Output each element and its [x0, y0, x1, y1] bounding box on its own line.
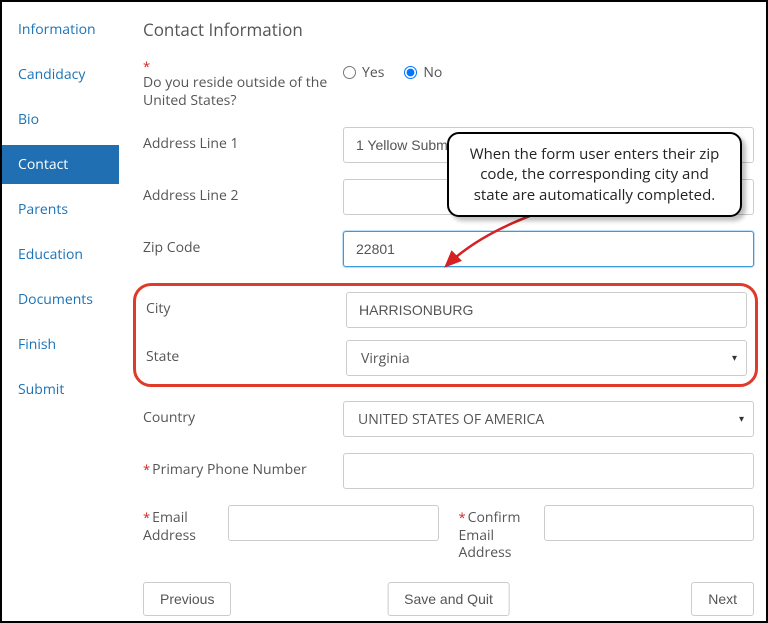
nav-submit[interactable]: Submit: [2, 370, 119, 409]
reside-yes-option[interactable]: Yes: [343, 63, 384, 82]
main-panel: Contact Information * Do you reside outs…: [119, 2, 766, 621]
city-input[interactable]: [346, 292, 747, 328]
row-reside: * Do you reside outside of the United St…: [143, 55, 754, 111]
page-title: Contact Information: [143, 18, 754, 41]
zip-label: Zip Code: [143, 238, 200, 257]
state-label: State: [146, 347, 179, 366]
country-label: Country: [143, 408, 195, 427]
autofill-highlight: City State Virginia: [133, 283, 758, 387]
reside-no-option[interactable]: No: [404, 63, 442, 82]
button-bar: Previous Save and Quit Next: [143, 582, 754, 620]
app-frame: Information Candidacy Bio Contact Parent…: [0, 0, 768, 623]
country-select[interactable]: UNITED STATES OF AMERICA: [343, 401, 754, 437]
email-col: *Email Address: [143, 505, 439, 562]
nav-finish[interactable]: Finish: [2, 325, 119, 364]
phone-input[interactable]: [343, 453, 754, 489]
addr2-label: Address Line 2: [143, 186, 238, 205]
confirm-email-input[interactable]: [544, 505, 755, 541]
nav-documents[interactable]: Documents: [2, 280, 119, 319]
row-state: State Virginia: [144, 340, 747, 376]
row-emails: *Email Address *Confirm Email Address: [143, 505, 754, 562]
required-indicator: *: [143, 461, 150, 479]
reside-yes-label: Yes: [362, 63, 384, 82]
email-input[interactable]: [228, 505, 439, 541]
required-indicator: *: [459, 509, 466, 525]
state-select[interactable]: Virginia: [346, 340, 747, 376]
reside-no-label: No: [423, 63, 442, 82]
confirm-email-label: Confirm Email Address: [459, 508, 521, 562]
required-indicator: *: [143, 63, 343, 70]
nav-bio[interactable]: Bio: [2, 100, 119, 139]
reside-radio-group: Yes No: [343, 55, 754, 82]
nav-parents[interactable]: Parents: [2, 190, 119, 229]
email-label: Email Address: [143, 508, 196, 545]
row-phone: *Primary Phone Number: [143, 453, 754, 489]
phone-label: Primary Phone Number: [152, 460, 307, 479]
nav-information[interactable]: Information: [2, 10, 119, 49]
previous-button[interactable]: Previous: [143, 582, 231, 616]
callout-tooltip: When the form user enters their zip code…: [447, 132, 742, 217]
nav-candidacy[interactable]: Candidacy: [2, 55, 119, 94]
country-select-wrap: UNITED STATES OF AMERICA: [343, 401, 754, 437]
row-zip: Zip Code: [143, 231, 754, 267]
city-label: City: [146, 299, 170, 318]
zip-input[interactable]: [343, 231, 754, 267]
reside-label: Do you reside outside of the United Stat…: [143, 73, 327, 111]
state-select-wrap: Virginia: [346, 340, 747, 376]
confirm-email-col: *Confirm Email Address: [459, 505, 755, 562]
required-indicator: *: [143, 509, 150, 525]
save-quit-button[interactable]: Save and Quit: [387, 582, 510, 616]
reside-no-radio[interactable]: [404, 66, 417, 79]
addr1-label: Address Line 1: [143, 134, 238, 153]
nav-education[interactable]: Education: [2, 235, 119, 274]
row-city: City: [144, 292, 747, 328]
reside-yes-radio[interactable]: [343, 66, 356, 79]
sidebar: Information Candidacy Bio Contact Parent…: [2, 2, 119, 621]
next-button[interactable]: Next: [691, 582, 754, 616]
nav-contact[interactable]: Contact: [2, 145, 119, 184]
row-country: Country UNITED STATES OF AMERICA: [143, 401, 754, 437]
